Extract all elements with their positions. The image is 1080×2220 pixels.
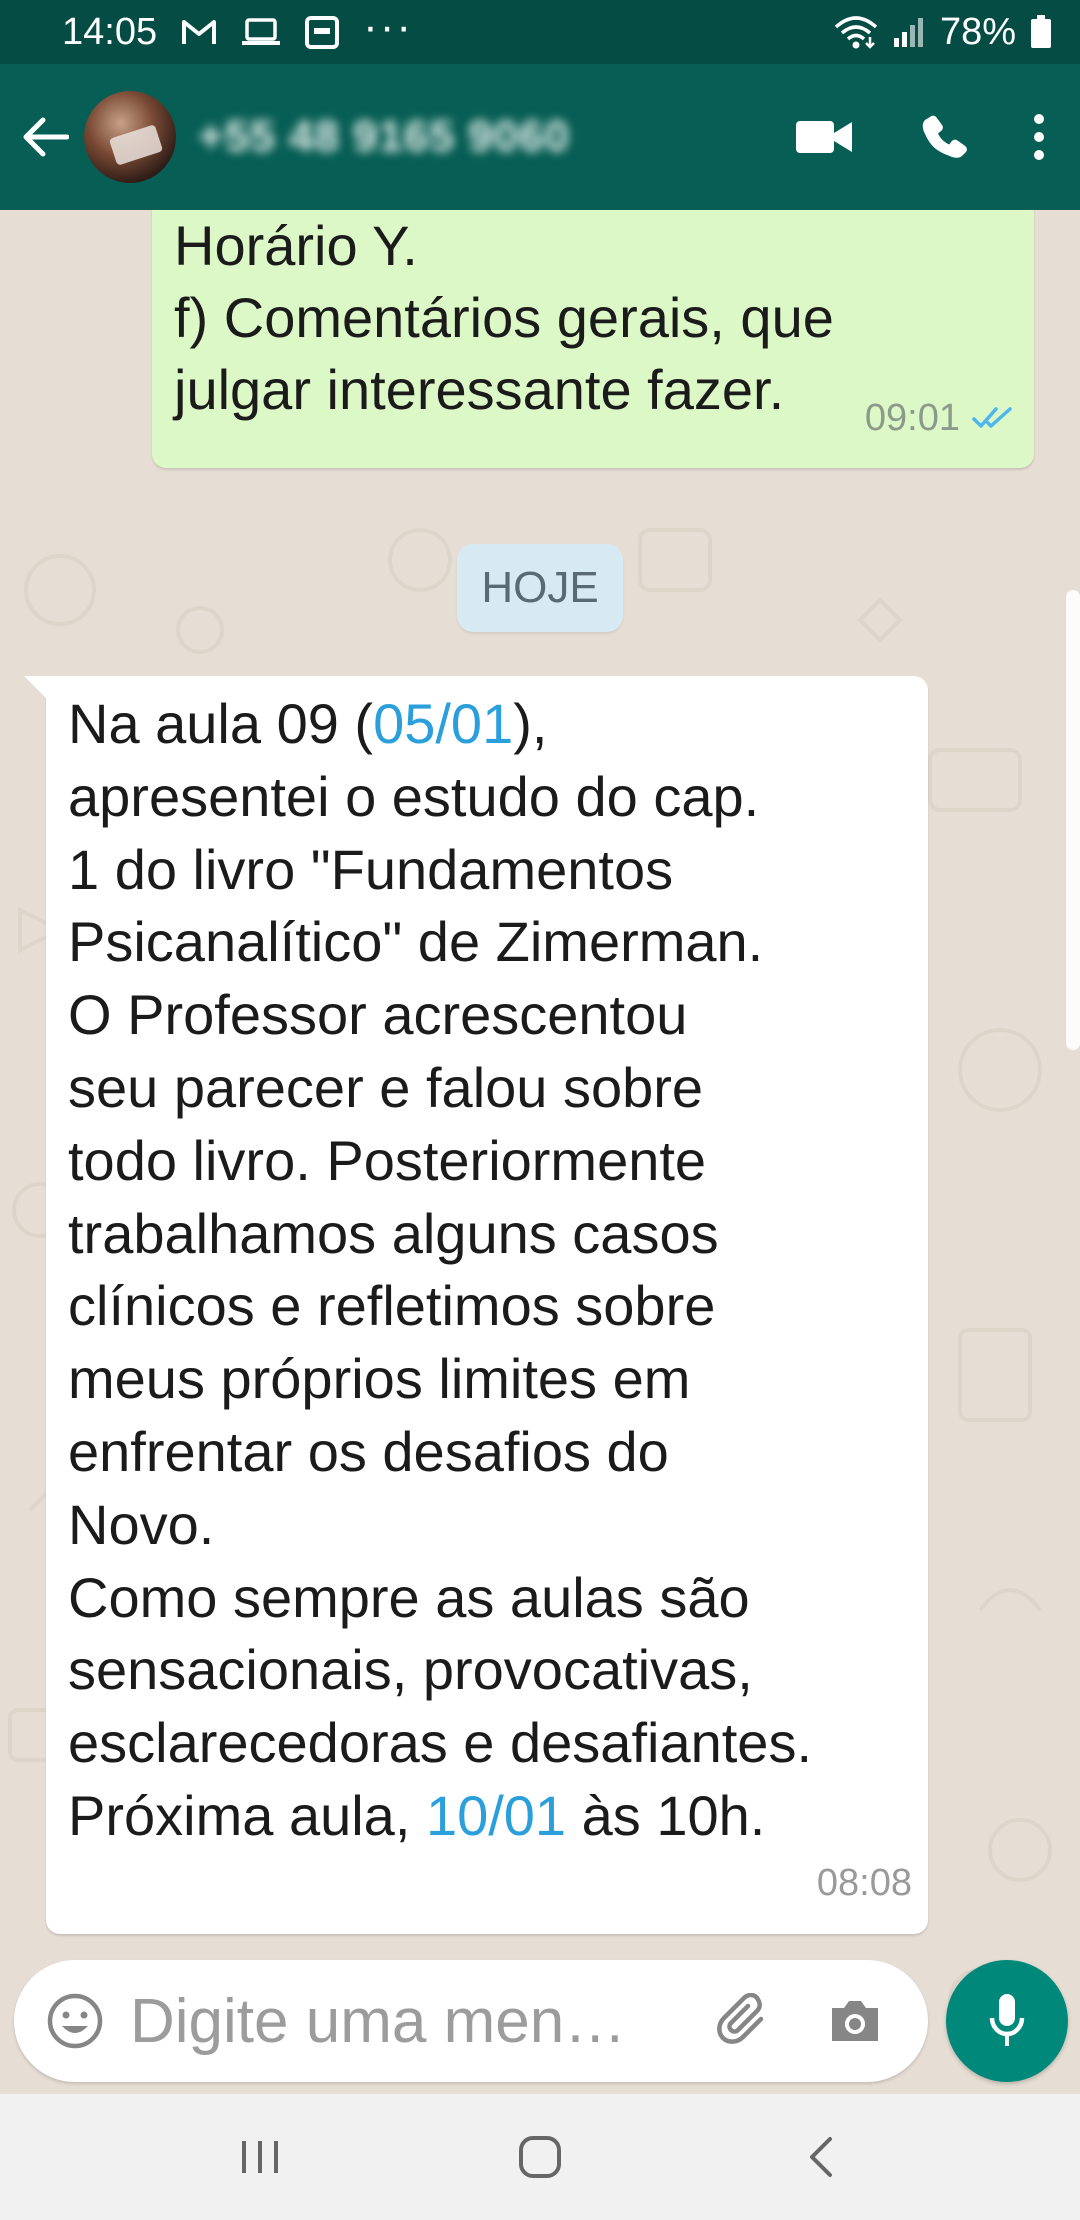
gmail-icon: [181, 18, 217, 46]
message-line: seu parecer e falou sobre: [68, 1055, 704, 1119]
contact-name[interactable]: +55 48 9165 9060: [198, 112, 570, 162]
message-text: às 10h.: [566, 1783, 766, 1847]
message-line: Próxima aula, 10/01 às 10h.: [68, 1780, 908, 1853]
message-line: clínicos e refletimos sobre: [68, 1274, 716, 1338]
outgoing-message-bubble[interactable]: Horário Y. f) Comentários gerais, que ju…: [152, 210, 1034, 468]
message-line: sensacionais, provocativas,: [68, 1638, 753, 1702]
message-composer: [14, 1960, 928, 2082]
message-line: enfrentar os desafios do: [68, 1419, 669, 1483]
emoji-icon: [47, 1993, 103, 2049]
microphone-icon: [989, 1994, 1025, 2046]
message-line: apresentei o estudo do cap.: [68, 764, 760, 828]
attach-button[interactable]: [690, 1966, 800, 2076]
date-separator: HOJE: [457, 544, 623, 632]
message-input[interactable]: [130, 1976, 690, 2066]
message-time: 09:01: [864, 397, 960, 439]
message-line: esclarecedoras e desafiantes.: [68, 1711, 812, 1775]
recent-apps-button[interactable]: [200, 2107, 320, 2207]
message-text: Próxima aula,: [68, 1783, 426, 1847]
voice-message-button[interactable]: [946, 1960, 1068, 2082]
calendar-icon: [305, 15, 340, 49]
battery-icon: [1030, 15, 1052, 49]
message-line: Como sempre as aulas são: [68, 1565, 750, 1629]
message-line: Novo.: [68, 1492, 215, 1556]
recent-apps-icon: [242, 2141, 278, 2173]
laptop-icon: [241, 17, 281, 47]
message-line: meus próprios limites em: [68, 1347, 691, 1411]
message-line: Psicanalítico" de Zimerman.: [68, 910, 764, 974]
status-bar: 14:05 ··· 78%: [0, 0, 1080, 64]
back-button[interactable]: [10, 87, 80, 187]
video-call-icon: [796, 121, 852, 153]
back-arrow-icon: [23, 117, 69, 157]
battery-percent: 78%: [939, 10, 1016, 53]
home-icon: [519, 2136, 561, 2178]
date-link[interactable]: 10/01: [426, 1784, 566, 1847]
signal-icon: [892, 16, 926, 48]
message-line: todo livro. Posteriormente: [68, 1128, 707, 1192]
date-link[interactable]: 05/01: [373, 692, 513, 755]
message-line: Horário Y.: [174, 214, 418, 277]
more-notifications-dots: ···: [363, 2, 414, 51]
message-line: O Professor acrescentou: [68, 983, 688, 1047]
more-options-button[interactable]: [1004, 87, 1074, 187]
paperclip-icon: [717, 1993, 764, 2044]
message-text: Na aula 09 (: [68, 692, 374, 755]
scrollbar[interactable]: [1066, 590, 1080, 1050]
camera-icon: [832, 2001, 878, 2041]
back-nav-button[interactable]: [760, 2107, 880, 2207]
message-line: 1 do livro "Fundamentos: [68, 837, 674, 901]
back-chevron-icon: [810, 2137, 832, 2177]
chat-area[interactable]: Horário Y. f) Comentários gerais, que ju…: [0, 210, 1080, 2090]
status-time: 14:05: [62, 10, 158, 53]
message-line: f) Comentários gerais, que: [174, 286, 834, 349]
home-button[interactable]: [480, 2107, 600, 2207]
chat-header: +55 48 9165 9060: [0, 64, 1080, 210]
outgoing-message-meta: 09:01: [865, 382, 1014, 454]
message-text: ),: [513, 692, 548, 755]
read-receipt-icon: [972, 407, 1012, 428]
message-line: Na aula 09 (05/01),: [68, 688, 908, 761]
voice-call-button[interactable]: [884, 87, 1004, 187]
message-time: 08:08: [816, 1862, 912, 1905]
message-line: trabalhamos alguns casos: [68, 1201, 719, 1265]
system-nav-bar: [0, 2094, 1080, 2220]
camera-button[interactable]: [800, 1966, 910, 2076]
phone-call-icon: [922, 115, 967, 158]
emoji-button[interactable]: [20, 1966, 130, 2076]
wifi-icon: [834, 15, 878, 49]
contact-avatar[interactable]: [84, 91, 176, 183]
video-call-button[interactable]: [764, 87, 884, 187]
incoming-message-bubble[interactable]: Na aula 09 (05/01), apresentei o estudo …: [24, 676, 928, 1934]
more-options-icon: [1034, 114, 1044, 160]
